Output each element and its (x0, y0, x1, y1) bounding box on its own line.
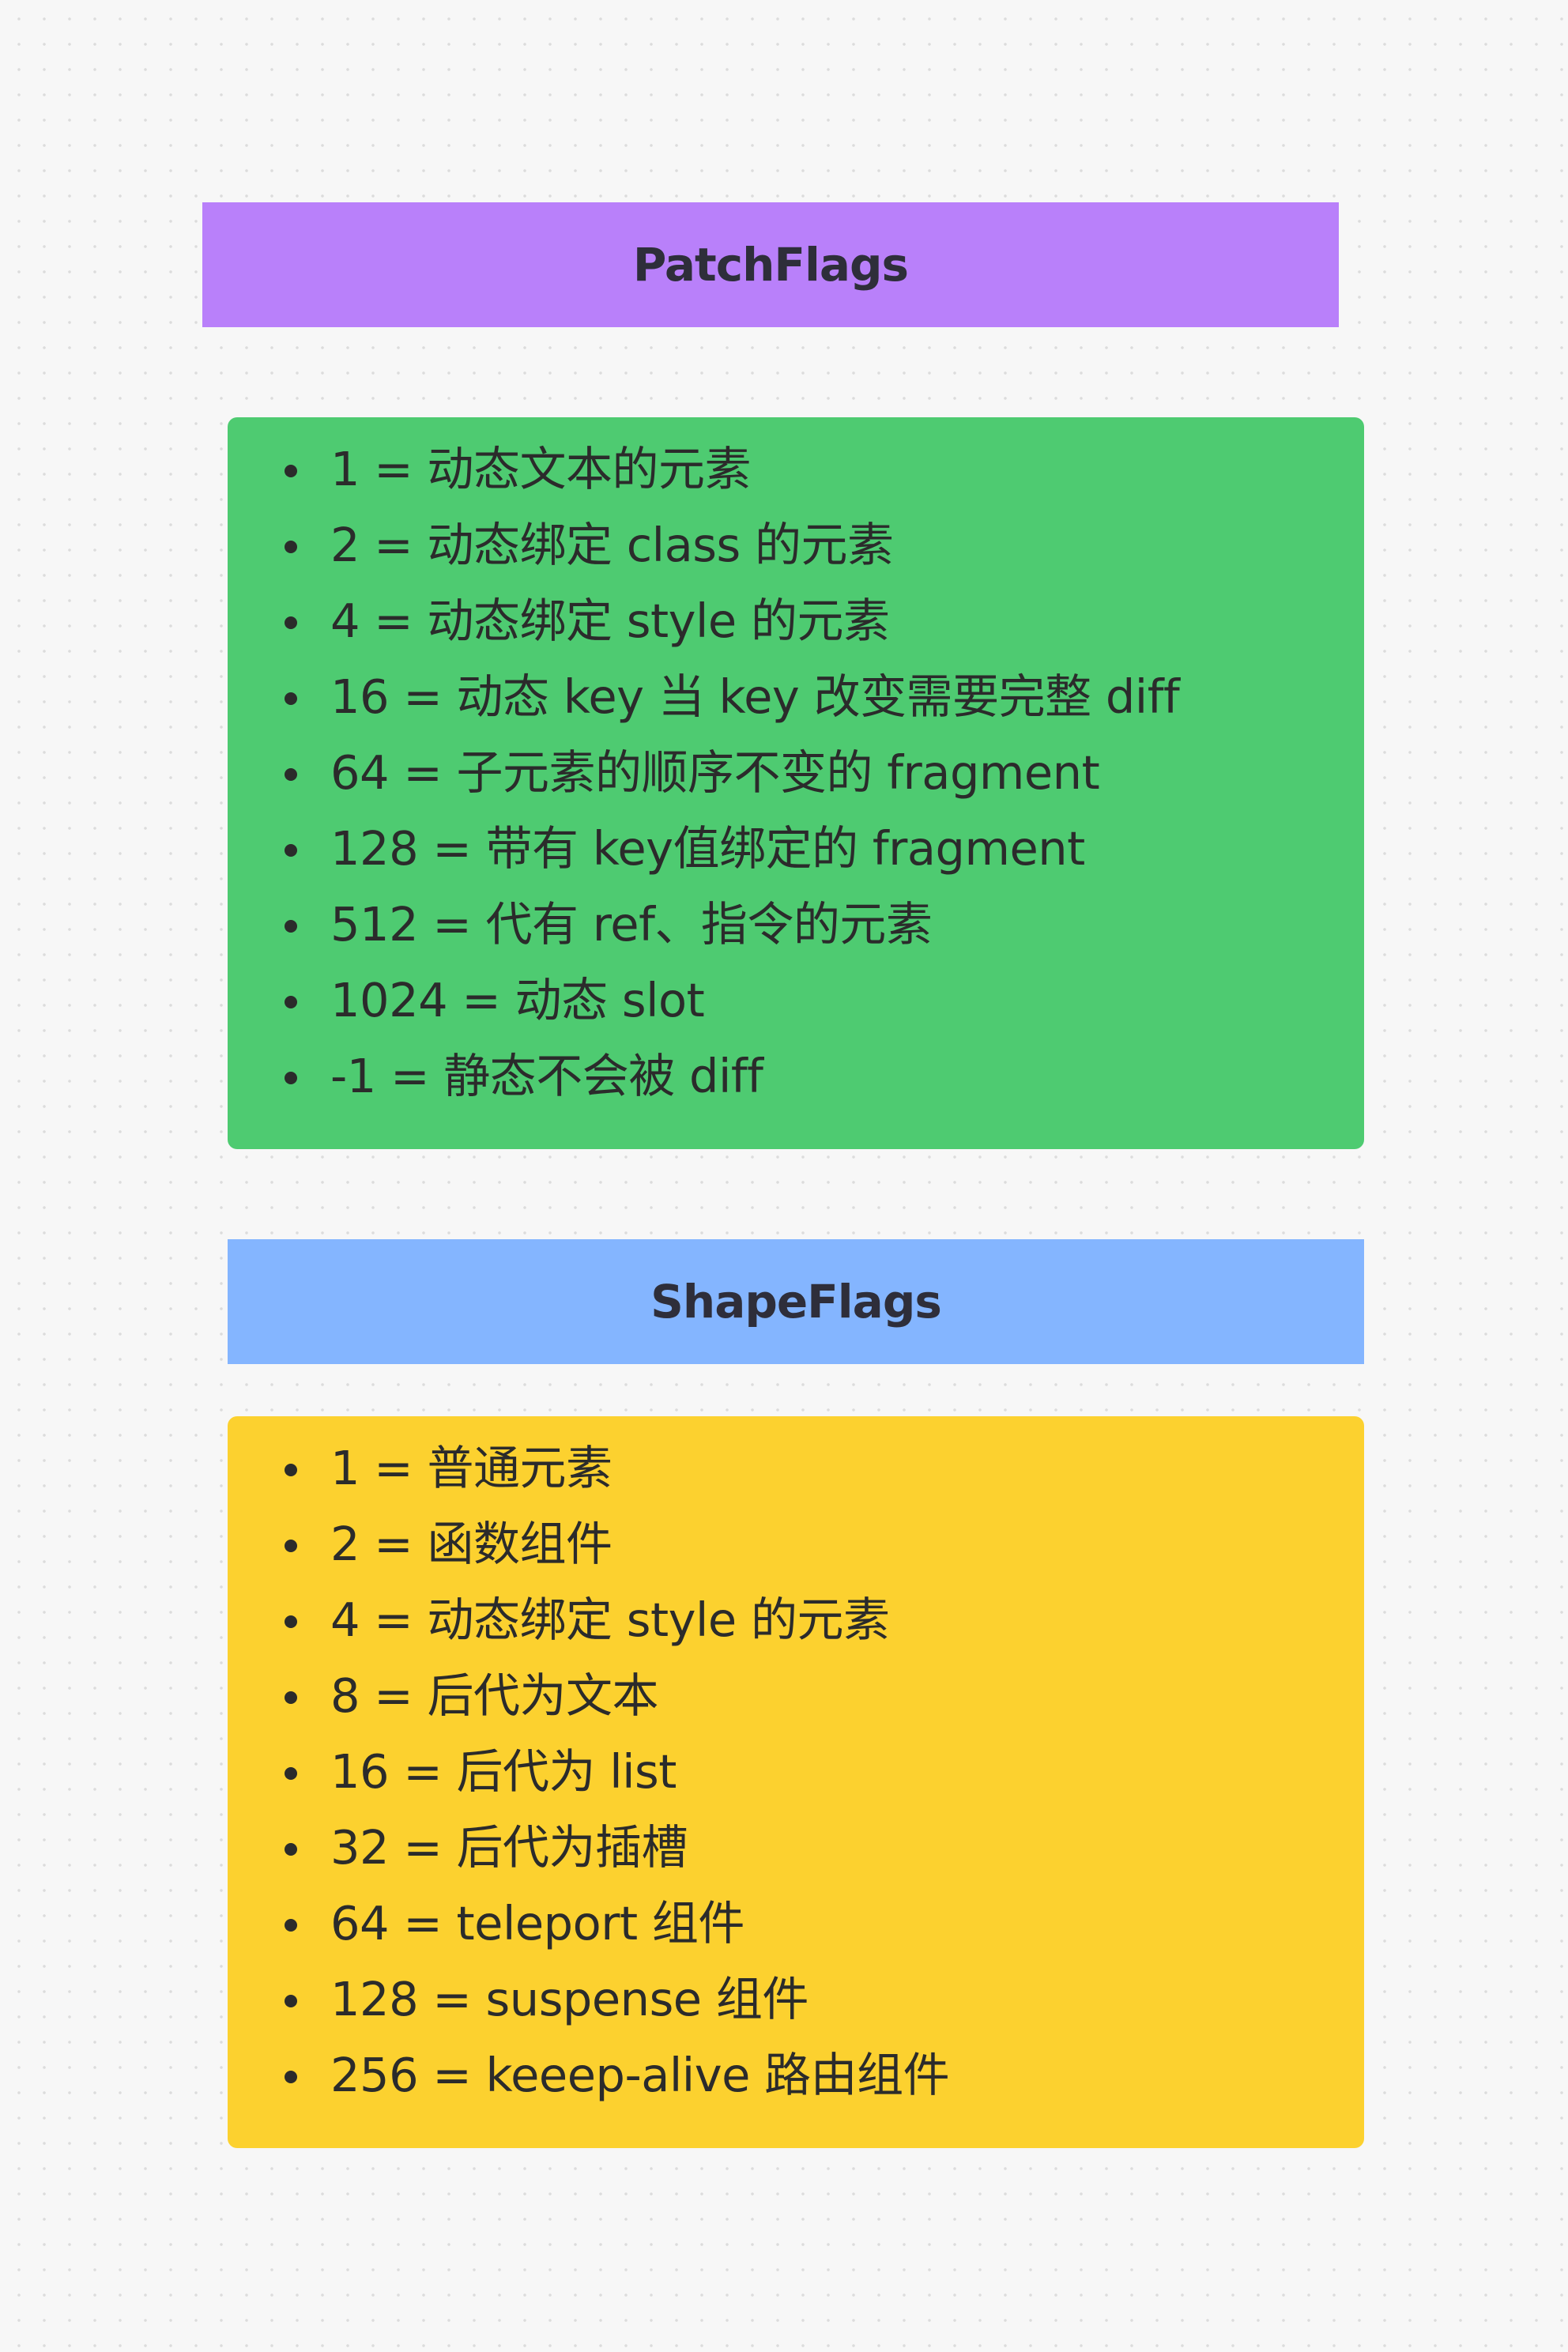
list-item: 2 = 函数组件 (285, 1506, 1364, 1582)
list-item: 128 = suspense 组件 (285, 1962, 1364, 2037)
list-item: -1 = 静态不会被 diff (285, 1038, 1364, 1114)
list-item: 1024 = 动态 slot (285, 963, 1364, 1038)
patchflags-list: 1 = 动态文本的元素 2 = 动态绑定 class 的元素 4 = 动态绑定 … (228, 432, 1364, 1114)
list-item: 16 = 动态 key 当 key 改变需要完整 diff (285, 659, 1364, 735)
list-item: 1 = 普通元素 (285, 1430, 1364, 1506)
shapeflags-header: ShapeFlags (228, 1239, 1364, 1364)
list-item: 512 = 代有 ref、指令的元素 (285, 887, 1364, 963)
list-item: 2 = 动态绑定 class 的元素 (285, 507, 1364, 583)
list-item: 16 = 后代为 list (285, 1734, 1364, 1810)
patchflags-header: PatchFlags (202, 202, 1339, 327)
list-item: 4 = 动态绑定 style 的元素 (285, 583, 1364, 659)
list-item: 4 = 动态绑定 style 的元素 (285, 1582, 1364, 1658)
shapeflags-list-box: 1 = 普通元素 2 = 函数组件 4 = 动态绑定 style 的元素 8 =… (228, 1416, 1364, 2148)
patchflags-title: PatchFlags (632, 238, 909, 292)
list-item: 64 = teleport 组件 (285, 1886, 1364, 1962)
shapeflags-list: 1 = 普通元素 2 = 函数组件 4 = 动态绑定 style 的元素 8 =… (228, 1430, 1364, 2113)
list-item: 32 = 后代为插槽 (285, 1810, 1364, 1886)
patchflags-list-box: 1 = 动态文本的元素 2 = 动态绑定 class 的元素 4 = 动态绑定 … (228, 417, 1364, 1149)
list-item: 1 = 动态文本的元素 (285, 432, 1364, 507)
list-item: 128 = 带有 key值绑定的 fragment (285, 811, 1364, 887)
list-item: 8 = 后代为文本 (285, 1658, 1364, 1734)
list-item: 64 = 子元素的顺序不变的 fragment (285, 735, 1364, 811)
shapeflags-title: ShapeFlags (650, 1275, 942, 1329)
list-item: 256 = keeep-alive 路由组件 (285, 2037, 1364, 2113)
